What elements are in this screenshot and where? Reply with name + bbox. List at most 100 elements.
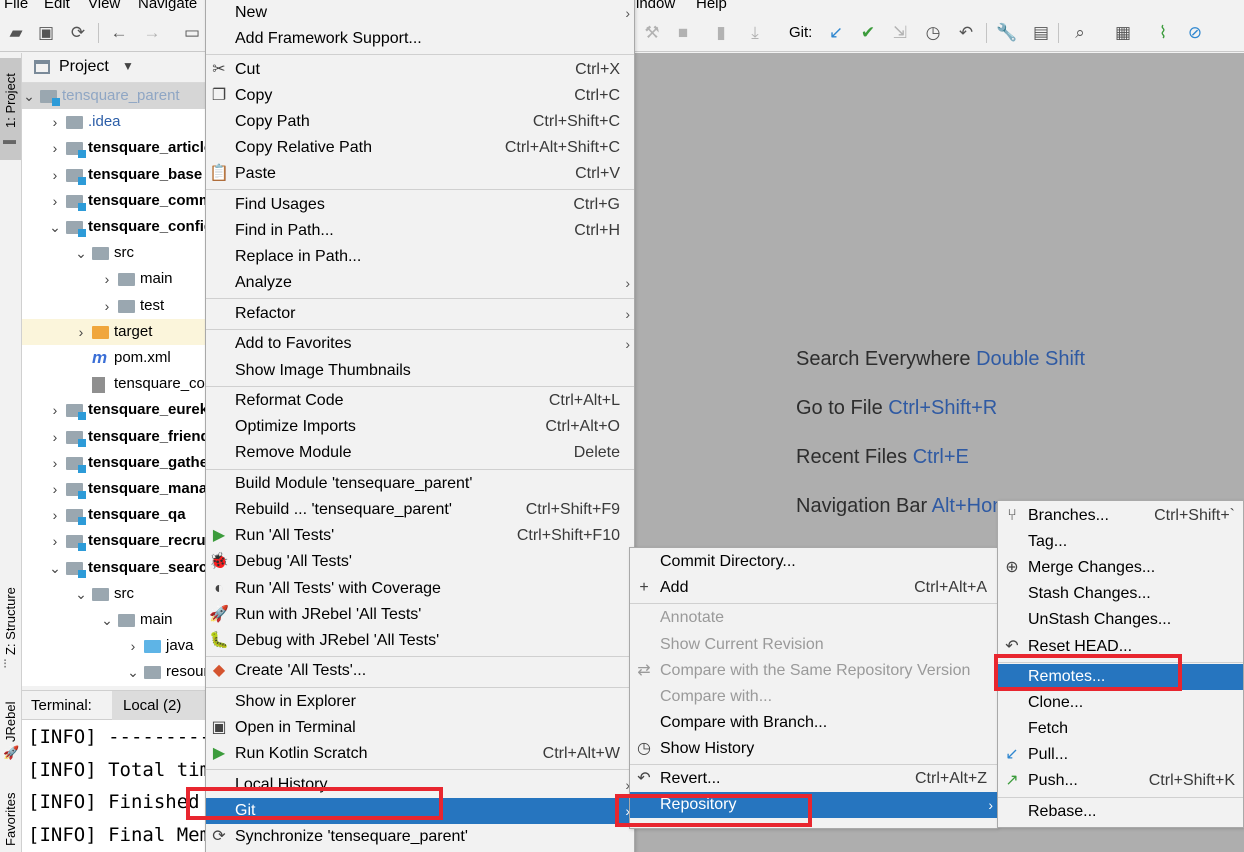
menu-item-build-module-tensequare-parent[interactable]: Build Module 'tensequare_parent' <box>206 471 634 497</box>
expand-arrow-icon[interactable]: ⌄ <box>74 240 88 266</box>
menu-item-revert[interactable]: ↶ Revert... Ctrl+Alt+Z <box>630 766 997 792</box>
collapse-arrow-icon[interactable]: › <box>48 135 62 161</box>
expand-arrow-icon[interactable]: ⌄ <box>126 659 140 685</box>
menu-item-branches[interactable]: ⑂ Branches... Ctrl+Shift+` <box>998 503 1243 529</box>
tree-row[interactable]: › tensquare_manager <box>22 476 205 502</box>
tree-row[interactable]: › target <box>22 318 205 345</box>
menu-item-copy[interactable]: ❐ Copy Ctrl+C <box>206 83 634 109</box>
collapse-arrow-icon[interactable]: › <box>126 633 140 659</box>
menu-item-compare-with-branch[interactable]: Compare with Branch... <box>630 710 997 736</box>
menu-item-cut[interactable]: ✂ Cut Ctrl+X <box>206 57 634 83</box>
tree-row[interactable]: › tensquare_friend <box>22 424 205 450</box>
project-view-title[interactable]: Project <box>59 58 109 76</box>
menu-item-pull[interactable]: ↙ Pull... <box>998 742 1243 768</box>
menu-window[interactable]: indow <box>636 0 675 14</box>
menu-item-tag[interactable]: Tag... <box>998 529 1243 555</box>
menu-item-copy-path[interactable]: Copy Path Ctrl+Shift+C <box>206 109 634 135</box>
menu-item-add[interactable]: + Add Ctrl+Alt+A <box>630 575 997 601</box>
menu-item-rebuild-tensequare-parent[interactable]: Rebuild ... 'tensequare_parent' Ctrl+Shif… <box>206 497 634 523</box>
tree-row[interactable]: › tensquare_article <box>22 135 205 161</box>
menu-item-compare-with-the-same-repository-version[interactable]: ⇄ Compare with the Same Repository Versio… <box>630 658 997 684</box>
favorites-tool-label[interactable]: Favorites <box>3 793 18 846</box>
structure-tool-label[interactable]: Z: Structure <box>3 587 18 655</box>
expand-arrow-icon[interactable]: ⌄ <box>22 83 36 109</box>
menu-item-copy-relative-path[interactable]: Copy Relative Path Ctrl+Alt+Shift+C <box>206 135 634 161</box>
menu-item-commit-directory[interactable]: Commit Directory... <box>630 549 997 575</box>
collapse-arrow-icon[interactable]: › <box>48 528 62 554</box>
tree-row[interactable]: › .idea <box>22 109 205 135</box>
collapse-arrow-icon[interactable]: › <box>48 188 62 214</box>
tree-row[interactable]: ⌄ main <box>22 607 205 633</box>
menu-item-clone[interactable]: Clone... <box>998 690 1243 716</box>
menu-item-analyze[interactable]: Analyze › <box>206 270 634 296</box>
collapse-arrow-icon[interactable]: › <box>100 266 114 292</box>
menu-view[interactable]: View <box>88 0 120 14</box>
menu-item-rebase[interactable]: Rebase... <box>998 799 1243 825</box>
tree-row[interactable]: ⌄ tensquare_config <box>22 214 205 240</box>
menu-help[interactable]: Help <box>696 0 727 14</box>
tree-row[interactable]: › tensquare_recruit <box>22 528 205 554</box>
tree-row[interactable]: › tensquare_qa <box>22 502 205 528</box>
collapse-arrow-icon[interactable]: › <box>100 293 114 319</box>
stop-icon[interactable]: ■ <box>672 22 694 44</box>
menu-item-stash-changes[interactable]: Stash Changes... <box>998 581 1243 607</box>
tree-row[interactable]: ⌄ resources <box>22 659 205 685</box>
menu-item-run-with-jrebel-all-tests[interactable]: 🚀 Run with JRebel 'All Tests' <box>206 602 634 628</box>
menu-item-annotate[interactable]: Annotate <box>630 605 997 631</box>
menu-item-open-in-terminal[interactable]: ▣ Open in Terminal <box>206 715 634 741</box>
git-compare-icon[interactable]: ⇲ <box>889 22 911 44</box>
menu-item-reformat-code[interactable]: Reformat Code Ctrl+Alt+L <box>206 388 634 414</box>
sync-icon[interactable]: ⟳ <box>67 22 89 44</box>
menu-item-fetch[interactable]: Fetch <box>998 716 1243 742</box>
expand-arrow-icon[interactable]: ⌄ <box>48 555 62 581</box>
search-icon[interactable]: ⌕ <box>1069 22 1091 44</box>
chevron-down-icon[interactable]: ▼ <box>122 59 134 73</box>
collapse-arrow-icon[interactable]: › <box>48 109 62 135</box>
menu-item-new[interactable]: New › <box>206 0 634 26</box>
collapse-arrow-icon[interactable]: › <box>48 476 62 502</box>
menu-item-push[interactable]: ↗ Push... Ctrl+Shift+K <box>998 768 1243 794</box>
tree-row[interactable]: ⌄ src <box>22 581 205 607</box>
menu-item-show-in-explorer[interactable]: Show in Explorer <box>206 689 634 715</box>
tree-row[interactable]: › test <box>22 293 205 319</box>
hammer-icon[interactable]: ⚒ <box>641 22 663 44</box>
bookmark-icon[interactable]: ▮ <box>710 22 732 44</box>
collapse-arrow-icon[interactable]: › <box>48 397 62 423</box>
expand-arrow-icon[interactable]: ⌄ <box>74 581 88 607</box>
terminal-tab-local[interactable]: Local (2) <box>112 691 205 720</box>
tree-row[interactable]: m pom.xml <box>22 345 205 371</box>
menu-item-show-current-revision[interactable]: Show Current Revision <box>630 632 997 658</box>
tree-row[interactable]: › java <box>22 633 205 659</box>
tree-row[interactable]: › tensquare_eureka <box>22 397 205 423</box>
menu-item-merge-changes[interactable]: ⊕ Merge Changes... <box>998 555 1243 581</box>
download-icon[interactable]: ⤓ <box>744 22 766 44</box>
menu-item-run-all-tests-with-coverage[interactable]: ◐ Run 'All Tests' with Coverage <box>206 576 634 602</box>
menu-item-compare-with[interactable]: Compare with... <box>630 684 997 710</box>
project-structure-icon[interactable]: ▤ <box>1030 22 1052 44</box>
tasks-icon[interactable]: ▦ <box>1112 22 1134 44</box>
collapse-arrow-icon[interactable]: › <box>48 424 62 450</box>
menu-item-run-kotlin-scratch[interactable]: ▶ Run Kotlin Scratch Ctrl+Alt+W <box>206 741 634 767</box>
collapse-arrow-icon[interactable]: › <box>48 162 62 188</box>
collapse-arrow-icon[interactable]: › <box>74 319 88 345</box>
tree-row[interactable]: tensquare_config.iml <box>22 371 205 397</box>
menu-item-synchronize-tensequare-parent[interactable]: ⟳ Synchronize 'tensequare_parent' <box>206 824 634 850</box>
menu-item-show-history[interactable]: ◷ Show History <box>630 736 997 762</box>
save-icon[interactable]: ▣ <box>35 22 57 44</box>
menu-navigate[interactable]: Navigate <box>138 0 197 14</box>
tree-row[interactable]: › main <box>22 266 205 292</box>
forward-icon[interactable]: → <box>141 22 163 44</box>
power-save-icon[interactable]: ⊘ <box>1184 22 1206 44</box>
tree-row[interactable]: › tensquare_gathering <box>22 450 205 476</box>
git-history-icon[interactable]: ◷ <box>922 22 944 44</box>
tree-row[interactable]: › tensquare_base <box>22 162 205 188</box>
expand-arrow-icon[interactable]: ⌄ <box>100 607 114 633</box>
menu-item-replace-in-path[interactable]: Replace in Path... <box>206 244 634 270</box>
open-folder-icon[interactable]: ▰ <box>5 22 27 44</box>
menu-edit[interactable]: Edit <box>44 0 70 14</box>
menu-item-create-all-tests[interactable]: ◆ Create 'All Tests'... <box>206 658 634 684</box>
menu-item-show-image-thumbnails[interactable]: Show Image Thumbnails <box>206 358 634 384</box>
menu-item-optimize-imports[interactable]: Optimize Imports Ctrl+Alt+O <box>206 414 634 440</box>
tree-row[interactable]: ⌄ tensquare_search <box>22 555 205 581</box>
menu-item-debug-all-tests[interactable]: 🐞 Debug 'All Tests' <box>206 549 634 575</box>
